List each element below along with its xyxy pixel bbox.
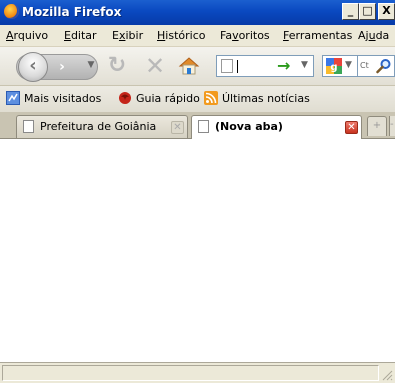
- menu-editar[interactable]: Editar: [64, 29, 97, 42]
- search-engine-dropdown-icon: ▼: [345, 60, 352, 70]
- tab-bar: Prefeitura de Goiânia ✕ (Nova aba) ✕ + -: [0, 112, 395, 139]
- menu-arquivo[interactable]: Arquivo: [6, 29, 48, 42]
- maximize-button[interactable]: □: [359, 3, 376, 20]
- close-tab-icon[interactable]: ✕: [345, 121, 358, 134]
- new-tab-button[interactable]: +: [367, 116, 387, 136]
- bookmark-latest-news[interactable]: Últimas notícias: [204, 91, 310, 105]
- close-button[interactable]: X: [378, 3, 395, 20]
- bookmarks-toolbar: Mais visitados Guia rápido Últimas notíc…: [0, 85, 395, 112]
- page-icon: [198, 120, 209, 133]
- home-icon[interactable]: [178, 56, 200, 76]
- menu-historico[interactable]: Histórico: [157, 29, 205, 42]
- bookmark-quick-guide[interactable]: Guia rápido: [118, 91, 200, 105]
- menu-ajuda[interactable]: Ajuda: [358, 29, 389, 42]
- stop-icon[interactable]: ✕: [144, 54, 166, 78]
- reload-icon[interactable]: ↻: [106, 55, 128, 77]
- search-engine-selector[interactable]: g ▼: [322, 55, 358, 77]
- status-text: [2, 365, 379, 381]
- forward-button[interactable]: ›: [52, 58, 72, 76]
- url-dropdown-icon[interactable]: ▼: [301, 60, 308, 70]
- page-content[interactable]: [0, 139, 395, 362]
- browser-window: Mozilla Firefox _ □ X Arquivo Editar Exi…: [0, 0, 395, 383]
- navigation-toolbar: ‹ › ▼ ↻ ✕ → ▼ g ▼ Ct: [0, 47, 395, 85]
- forward-arrow-icon: ›: [59, 59, 65, 75]
- tab-new-tab[interactable]: (Nova aba) ✕: [191, 115, 362, 139]
- go-arrow-icon[interactable]: →: [277, 57, 290, 75]
- menu-exibir[interactable]: Exibir: [112, 29, 143, 42]
- most-visited-icon: [6, 91, 20, 105]
- text-caret: [237, 60, 238, 73]
- page-icon: [23, 120, 34, 133]
- svg-text:g: g: [330, 62, 337, 73]
- rss-feed-icon: [204, 91, 218, 105]
- window-title: Mozilla Firefox: [22, 5, 122, 19]
- menu-favoritos[interactable]: Favoritos: [220, 29, 270, 42]
- google-icon: g: [326, 58, 342, 74]
- firefox-logo-icon: [4, 4, 19, 19]
- menu-ferramentas[interactable]: Ferramentas: [283, 29, 352, 42]
- close-tab-icon[interactable]: ✕: [171, 121, 184, 134]
- back-arrow-icon: ‹: [29, 55, 37, 76]
- history-dropdown-icon[interactable]: ▼: [86, 60, 96, 74]
- title-bar[interactable]: Mozilla Firefox _ □ X: [0, 0, 395, 25]
- minimize-button[interactable]: _: [342, 3, 359, 20]
- tab-label: Prefeitura de Goiânia: [40, 120, 157, 133]
- tab-scroll-button[interactable]: -: [389, 116, 395, 136]
- tab-prefeitura[interactable]: Prefeitura de Goiânia ✕: [16, 115, 188, 138]
- search-icon[interactable]: [376, 58, 392, 74]
- status-bar: [0, 362, 395, 383]
- page-icon: [221, 59, 233, 73]
- firefox-guide-icon: [118, 91, 132, 105]
- tab-label: (Nova aba): [215, 120, 283, 133]
- back-button[interactable]: ‹: [18, 52, 48, 82]
- url-bar[interactable]: → ▼: [216, 55, 314, 77]
- bookmark-most-visited[interactable]: Mais visitados: [6, 91, 101, 105]
- resize-grip-icon[interactable]: [381, 368, 393, 382]
- menu-bar: Arquivo Editar Exibir Histórico Favorito…: [0, 25, 395, 47]
